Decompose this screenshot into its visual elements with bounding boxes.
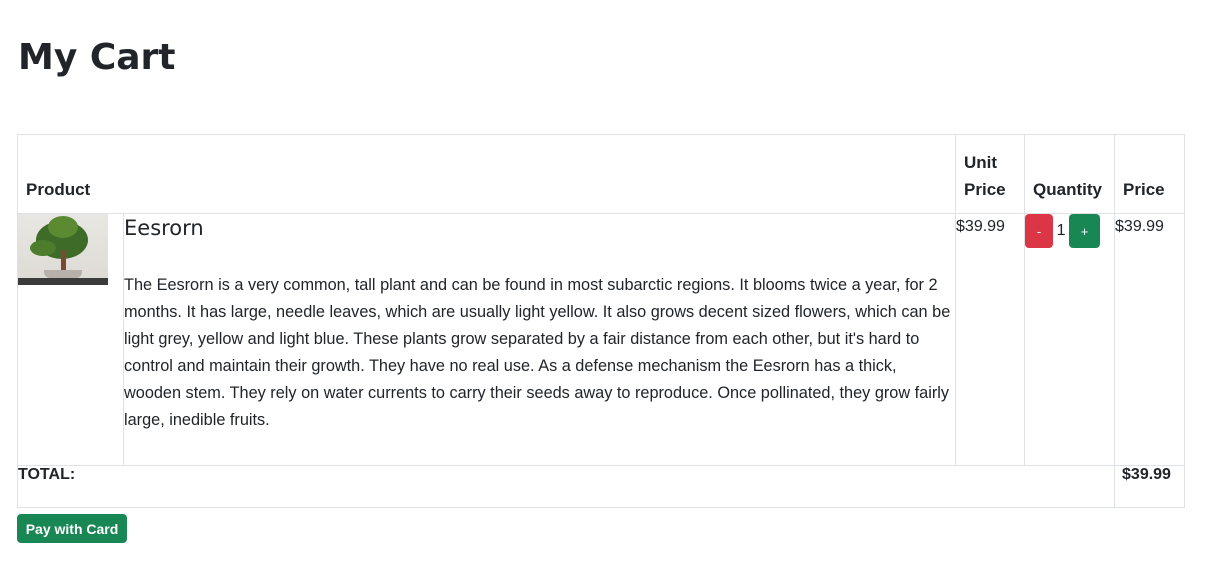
unit-price-value: $39.99 (955, 213, 1026, 466)
product-image-cell (17, 213, 124, 466)
quantity-stepper: - 1 + (1025, 214, 1114, 248)
header-unit-price: Unit Price (955, 134, 1026, 214)
product-name: Eesrorn (124, 216, 204, 240)
cart-total-row: TOTAL: $39.99 (16, 465, 1186, 508)
cart-table: Product Unit Price Quantity Price Eesror… (16, 134, 1186, 508)
increase-quantity-button[interactable]: + (1069, 214, 1101, 248)
quantity-value: 1 (1056, 222, 1066, 239)
product-description: The Eesrorn is a very common, tall plant… (124, 276, 951, 429)
header-price: Price (1114, 134, 1186, 214)
header-product: Product (16, 134, 957, 214)
cart-item-row: Eesrorn The Eesrorn is a very common, ta… (17, 213, 1186, 466)
page-title: My Cart (18, 37, 176, 78)
product-details-cell: Eesrorn The Eesrorn is a very common, ta… (122, 213, 957, 466)
quantity-cell: - 1 + (1024, 213, 1116, 466)
decrease-quantity-button[interactable]: - (1025, 214, 1054, 248)
cart-page: My Cart Product Unit Price Quantity Pric… (0, 0, 1211, 573)
pay-with-card-button[interactable]: Pay with Card (17, 514, 127, 543)
line-price-value: $39.99 (1114, 213, 1186, 466)
total-value: $39.99 (1114, 465, 1186, 508)
total-label: TOTAL: (16, 465, 1116, 508)
bonsai-plant-image (18, 214, 108, 285)
cart-header-row: Product Unit Price Quantity Price (16, 134, 1186, 214)
header-quantity: Quantity (1024, 134, 1116, 214)
